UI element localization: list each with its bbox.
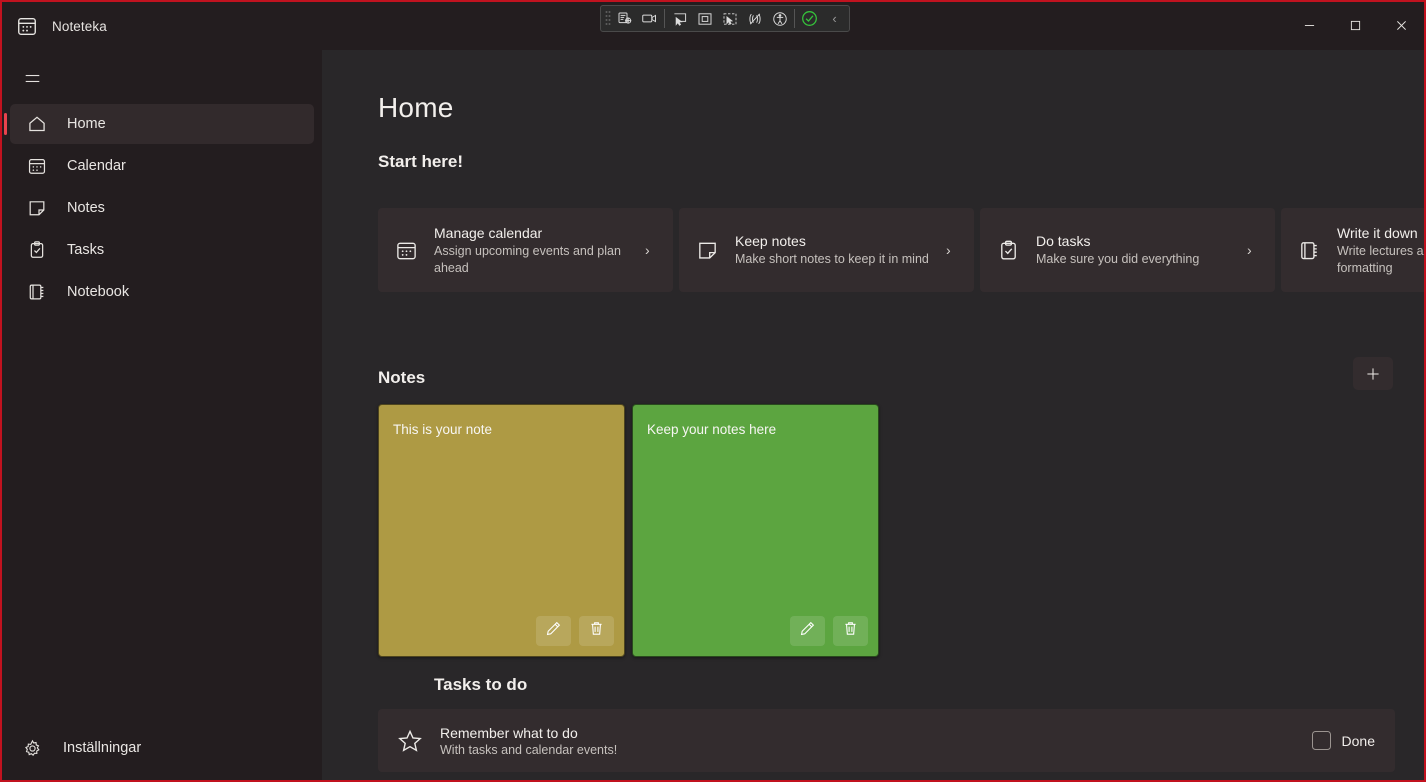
start-card-subtitle: Make short notes to keep it in mind (735, 252, 929, 267)
app-window: Noteteka ‹ Home Calendar Notes Tasks Not… (0, 0, 1426, 782)
start-here-heading: Start here! (378, 152, 464, 171)
note-text: Keep your notes here (647, 422, 777, 437)
note-card[interactable]: This is your note (378, 404, 625, 657)
note-card[interactable]: Keep your notes here (632, 404, 879, 657)
close-button[interactable] (1378, 2, 1424, 48)
sidebar-item-label: Calendar (67, 158, 126, 174)
edit-note-button[interactable] (790, 616, 825, 646)
toolbar-separator (664, 9, 665, 28)
chevron-right-icon: › (645, 242, 650, 258)
start-card-subtitle: Assign upcoming events and plan ahead (434, 243, 621, 275)
start-card-text: Write it down Write lectures and texts w… (1337, 224, 1424, 277)
clipboard-check-icon (26, 240, 47, 261)
chevron-right-icon: › (946, 242, 951, 258)
start-card-text: Manage calendar Assign upcoming events a… (434, 224, 629, 277)
note-actions (536, 616, 614, 646)
sidebar-nav: Home Calendar Notes Tasks Notebook (2, 104, 322, 312)
start-card-title: Manage calendar (434, 224, 543, 241)
settings-label: Inställningar (63, 740, 142, 756)
edit-note-button[interactable] (536, 616, 571, 646)
sidebar-item-notebook[interactable]: Notebook (10, 272, 314, 312)
task-done-group[interactable]: Done (1311, 731, 1375, 750)
window-controls (1286, 2, 1424, 48)
no-motion-icon[interactable] (742, 7, 767, 30)
note-icon (695, 238, 719, 262)
chevron-right-icon: › (1247, 242, 1252, 258)
pencil-icon (545, 620, 562, 642)
app-brand: Noteteka (2, 2, 107, 50)
task-text: Remember what to do With tasks and calen… (440, 725, 1296, 757)
toolbar-separator-2 (794, 9, 795, 28)
start-card-text: Do tasks Make sure you did everything (1036, 232, 1231, 268)
app-title: Noteteka (52, 18, 107, 34)
notes-heading: Notes (378, 368, 426, 387)
start-card-subtitle: Make sure you did everything (1036, 252, 1200, 267)
sidebar-item-label: Tasks (67, 242, 105, 258)
task-subtitle: With tasks and calendar events! (440, 742, 618, 757)
calendar-icon (394, 238, 418, 262)
home-icon (26, 114, 47, 135)
task-done-label: Done (1341, 732, 1375, 749)
status-ok-icon[interactable] (797, 7, 822, 30)
trash-icon (588, 620, 605, 642)
start-here-cards: Manage calendar Assign upcoming events a… (378, 208, 1424, 292)
record-video-icon[interactable] (637, 7, 662, 30)
trash-icon (842, 620, 859, 642)
select-element-icon[interactable] (717, 7, 742, 30)
calendar-icon (26, 156, 47, 177)
sidebar: Home Calendar Notes Tasks Notebook Instä… (2, 50, 322, 780)
minimize-button[interactable] (1286, 2, 1332, 48)
start-card-do-tasks[interactable]: Do tasks Make sure you did everything › (980, 208, 1275, 292)
select-pointer-icon[interactable] (667, 7, 692, 30)
sidebar-item-settings[interactable]: Inställningar (10, 728, 314, 768)
start-card-title: Keep notes (735, 232, 806, 249)
start-card-keep-notes[interactable]: Keep notes Make short notes to keep it i… (679, 208, 974, 292)
sidebar-item-notes[interactable]: Notes (10, 188, 314, 228)
star-icon (396, 727, 424, 755)
pencil-icon (799, 620, 816, 642)
note-icon (26, 198, 47, 219)
select-region-icon[interactable] (692, 7, 717, 30)
start-card-title: Write it down (1337, 224, 1418, 241)
notes-section-header: Notes (322, 357, 1424, 408)
note-actions (790, 616, 868, 646)
notes-list: This is your note Keep your notes here (378, 404, 879, 657)
delete-note-button[interactable] (833, 616, 868, 646)
sidebar-item-label: Home (67, 116, 106, 132)
sidebar-item-calendar[interactable]: Calendar (10, 146, 314, 186)
sidebar-item-label: Notebook (67, 284, 130, 300)
notebook-icon (26, 282, 47, 303)
start-card-write-it-down[interactable]: Write it down Write lectures and texts w… (1281, 208, 1424, 292)
clipboard-check-icon (996, 238, 1020, 262)
start-card-manage-calendar[interactable]: Manage calendar Assign upcoming events a… (378, 208, 673, 292)
capture-settings-icon[interactable] (612, 7, 637, 30)
tasks-heading: Tasks to do (434, 675, 528, 694)
collapse-toolbar-button[interactable]: ‹ (822, 7, 847, 30)
toolbar-drag-handle[interactable] (603, 8, 612, 29)
sidebar-item-home[interactable]: Home (4, 104, 314, 144)
main-content: Home Start here! Manage calendar Assign … (322, 50, 1424, 780)
title-bar: Noteteka ‹ (2, 2, 1424, 50)
sidebar-item-label: Notes (67, 200, 105, 216)
capture-toolbar[interactable]: ‹ (600, 5, 850, 32)
sidebar-item-tasks[interactable]: Tasks (10, 230, 314, 270)
maximize-button[interactable] (1332, 2, 1378, 48)
hamburger-icon[interactable] (12, 60, 52, 96)
start-card-subtitle: Write lectures and texts with formatting (1337, 243, 1424, 275)
delete-note-button[interactable] (579, 616, 614, 646)
gear-icon (22, 738, 43, 759)
accessibility-icon[interactable] (767, 7, 792, 30)
task-row[interactable]: Remember what to do With tasks and calen… (378, 709, 1395, 772)
task-title: Remember what to do (440, 724, 578, 741)
add-note-button[interactable] (1353, 357, 1393, 390)
calendar-app-icon (16, 15, 38, 37)
page-title: Home (378, 92, 454, 123)
notebook-icon (1297, 238, 1321, 262)
task-done-checkbox[interactable] (1311, 731, 1331, 750)
note-text: This is your note (393, 422, 493, 437)
start-card-title: Do tasks (1036, 232, 1091, 249)
start-card-text: Keep notes Make short notes to keep it i… (735, 232, 930, 268)
